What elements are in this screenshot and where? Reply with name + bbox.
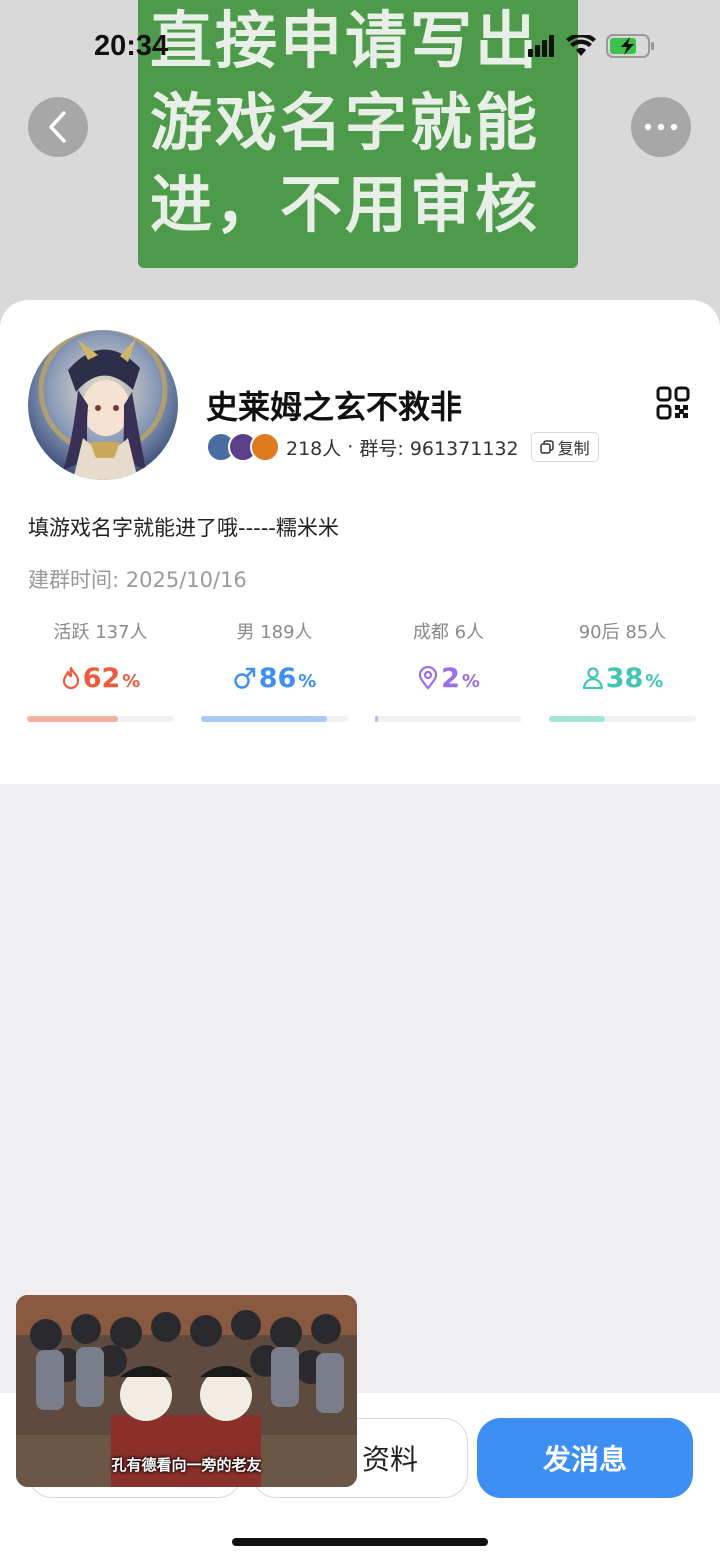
battery-charging-icon bbox=[606, 34, 654, 58]
stat-bar-fill bbox=[27, 716, 119, 722]
banner-line: 游戏名字就能 bbox=[150, 86, 541, 159]
stat-unit: % bbox=[645, 670, 664, 692]
stat-count: 6人 bbox=[454, 622, 485, 643]
stat-unit: % bbox=[461, 670, 480, 692]
video-subtitle: 孔有德看向一旁的老友 bbox=[111, 1456, 262, 1474]
stat-percent: 86 bbox=[258, 662, 297, 694]
group-name: 史莱姆之玄不救非 bbox=[206, 388, 463, 426]
stat-count: 137人 bbox=[95, 622, 148, 643]
ellipsis-icon bbox=[644, 123, 678, 131]
status-icons bbox=[528, 34, 656, 58]
stat-label: 活跃 137人 bbox=[27, 618, 174, 646]
home-indicator bbox=[232, 1538, 488, 1546]
stat-label: 90后 85人 bbox=[549, 618, 696, 646]
stat-percent: 2 bbox=[441, 662, 460, 694]
group-info-card: 史莱姆之玄不救非 218人 · 群号: 961371132 复制 填游戏名字就能… bbox=[0, 300, 720, 784]
male-icon bbox=[233, 667, 255, 689]
chevron-left-icon bbox=[49, 111, 66, 143]
stat-bar-fill bbox=[549, 716, 605, 722]
group-banner-image: 直接申请写出 游戏名字就能 进，不用审核 bbox=[138, 0, 578, 268]
stat-active[interactable]: 活跃 137人 62 % bbox=[27, 618, 174, 722]
stat-value: 86 % bbox=[201, 646, 348, 710]
stat-label-text: 成都 bbox=[412, 622, 449, 643]
stat-value: 62 % bbox=[27, 646, 174, 710]
group-description: 填游戏名字就能进了哦-----糯米米 bbox=[28, 516, 339, 540]
signal-icon bbox=[528, 35, 554, 57]
stat-label: 男 189人 bbox=[201, 618, 348, 646]
pip-video-player[interactable]: 孔有德看向一旁的老友 bbox=[16, 1295, 357, 1487]
person-icon bbox=[582, 667, 603, 690]
stat-value: 2 % bbox=[375, 646, 522, 710]
stat-percent: 38 bbox=[605, 662, 644, 694]
stat-bar-fill bbox=[201, 716, 328, 722]
stat-age[interactable]: 90后 85人 38 % bbox=[549, 618, 696, 722]
stat-bar bbox=[201, 716, 348, 722]
status-time: 20:34 bbox=[94, 30, 169, 62]
banner-line: 进，不用审核 bbox=[150, 168, 541, 241]
stat-count: 189人 bbox=[260, 622, 313, 643]
group-stats: 活跃 137人 62 % 男 189人 86 % 成都 6人 2 % 90后 8… bbox=[0, 618, 720, 728]
copy-button[interactable]: 复制 bbox=[530, 432, 599, 462]
stat-bar-fill bbox=[375, 716, 378, 722]
member-count: 218人 bbox=[286, 437, 342, 460]
more-button[interactable] bbox=[631, 97, 691, 157]
member-avatar bbox=[250, 432, 280, 462]
back-button[interactable] bbox=[28, 97, 88, 157]
qr-code-icon[interactable] bbox=[656, 386, 690, 420]
wifi-icon bbox=[566, 35, 596, 56]
stat-bar bbox=[375, 716, 522, 722]
group-avatar[interactable] bbox=[28, 330, 178, 480]
stat-label-text: 男 bbox=[236, 622, 255, 643]
profile-button-label: 资料 bbox=[361, 1443, 418, 1476]
location-pin-icon bbox=[418, 666, 438, 690]
send-message-button[interactable]: 发消息 bbox=[477, 1418, 693, 1498]
stat-value: 38 % bbox=[549, 646, 696, 710]
meta-separator: · bbox=[341, 436, 360, 458]
copy-icon bbox=[539, 440, 554, 454]
stat-unit: % bbox=[298, 670, 317, 692]
stat-label-text: 活跃 bbox=[53, 622, 90, 643]
group-meta: 218人 · 群号: 961371132 复制 bbox=[206, 431, 599, 463]
stat-label-text: 90后 bbox=[578, 622, 620, 643]
stat-label: 成都 6人 bbox=[375, 618, 522, 646]
stat-count: 85人 bbox=[625, 622, 667, 643]
stat-bar bbox=[27, 716, 174, 722]
member-avatars[interactable] bbox=[206, 432, 280, 462]
stat-male[interactable]: 男 189人 86 % bbox=[201, 618, 348, 722]
group-id: 群号: 961371132 bbox=[359, 437, 519, 460]
stat-unit: % bbox=[122, 670, 141, 692]
flame-icon bbox=[62, 666, 79, 690]
group-created-date: 建群时间: 2025/10/16 bbox=[28, 568, 247, 592]
stat-bar bbox=[549, 716, 696, 722]
send-message-label: 发消息 bbox=[542, 1443, 627, 1476]
stat-percent: 62 bbox=[82, 662, 121, 694]
copy-label: 复制 bbox=[557, 439, 590, 458]
stat-location[interactable]: 成都 6人 2 % bbox=[375, 618, 522, 722]
banner-line: 直接申请写出 bbox=[150, 4, 541, 77]
